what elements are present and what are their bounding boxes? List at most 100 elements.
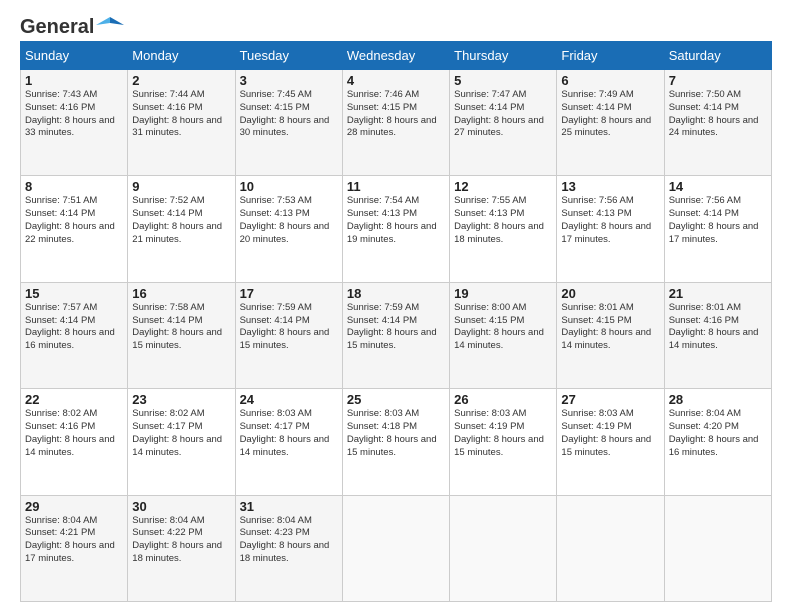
day-info: Sunrise: 8:00 AMSunset: 4:15 PMDaylight:…: [454, 302, 544, 351]
calendar-cell: 16Sunrise: 7:58 AMSunset: 4:14 PMDayligh…: [128, 282, 235, 388]
calendar-cell: 20Sunrise: 8:01 AMSunset: 4:15 PMDayligh…: [557, 282, 664, 388]
day-info: Sunrise: 7:44 AMSunset: 4:16 PMDaylight:…: [132, 89, 222, 138]
day-number: 25: [347, 392, 445, 407]
day-number: 14: [669, 179, 767, 194]
calendar-cell: 24Sunrise: 8:03 AMSunset: 4:17 PMDayligh…: [235, 389, 342, 495]
calendar-cell: 31Sunrise: 8:04 AMSunset: 4:23 PMDayligh…: [235, 495, 342, 601]
calendar-cell: 2Sunrise: 7:44 AMSunset: 4:16 PMDaylight…: [128, 70, 235, 176]
calendar-cell: 10Sunrise: 7:53 AMSunset: 4:13 PMDayligh…: [235, 176, 342, 282]
day-number: 24: [240, 392, 338, 407]
day-info: Sunrise: 7:54 AMSunset: 4:13 PMDaylight:…: [347, 195, 437, 244]
calendar-cell: 19Sunrise: 8:00 AMSunset: 4:15 PMDayligh…: [450, 282, 557, 388]
calendar-cell: 22Sunrise: 8:02 AMSunset: 4:16 PMDayligh…: [21, 389, 128, 495]
weekday-header: Saturday: [664, 42, 771, 70]
day-number: 20: [561, 286, 659, 301]
day-number: 27: [561, 392, 659, 407]
day-info: Sunrise: 8:03 AMSunset: 4:19 PMDaylight:…: [561, 408, 651, 457]
day-number: 15: [25, 286, 123, 301]
calendar-week-row: 8Sunrise: 7:51 AMSunset: 4:14 PMDaylight…: [21, 176, 772, 282]
day-info: Sunrise: 7:55 AMSunset: 4:13 PMDaylight:…: [454, 195, 544, 244]
calendar-cell: 25Sunrise: 8:03 AMSunset: 4:18 PMDayligh…: [342, 389, 449, 495]
day-info: Sunrise: 8:01 AMSunset: 4:16 PMDaylight:…: [669, 302, 759, 351]
calendar-week-row: 29Sunrise: 8:04 AMSunset: 4:21 PMDayligh…: [21, 495, 772, 601]
day-info: Sunrise: 7:57 AMSunset: 4:14 PMDaylight:…: [25, 302, 115, 351]
calendar-cell: 23Sunrise: 8:02 AMSunset: 4:17 PMDayligh…: [128, 389, 235, 495]
day-number: 6: [561, 73, 659, 88]
day-number: 2: [132, 73, 230, 88]
day-number: 21: [669, 286, 767, 301]
calendar-cell: 8Sunrise: 7:51 AMSunset: 4:14 PMDaylight…: [21, 176, 128, 282]
calendar-week-row: 15Sunrise: 7:57 AMSunset: 4:14 PMDayligh…: [21, 282, 772, 388]
day-number: 8: [25, 179, 123, 194]
day-number: 11: [347, 179, 445, 194]
calendar-cell: 27Sunrise: 8:03 AMSunset: 4:19 PMDayligh…: [557, 389, 664, 495]
logo: General: [20, 16, 124, 33]
calendar-week-row: 22Sunrise: 8:02 AMSunset: 4:16 PMDayligh…: [21, 389, 772, 495]
day-info: Sunrise: 7:58 AMSunset: 4:14 PMDaylight:…: [132, 302, 222, 351]
day-info: Sunrise: 8:03 AMSunset: 4:17 PMDaylight:…: [240, 408, 330, 457]
calendar-cell: 26Sunrise: 8:03 AMSunset: 4:19 PMDayligh…: [450, 389, 557, 495]
calendar-cell: [450, 495, 557, 601]
day-info: Sunrise: 7:45 AMSunset: 4:15 PMDaylight:…: [240, 89, 330, 138]
calendar-cell: [557, 495, 664, 601]
day-number: 4: [347, 73, 445, 88]
day-info: Sunrise: 8:01 AMSunset: 4:15 PMDaylight:…: [561, 302, 651, 351]
day-info: Sunrise: 7:56 AMSunset: 4:14 PMDaylight:…: [669, 195, 759, 244]
day-number: 26: [454, 392, 552, 407]
calendar-cell: 11Sunrise: 7:54 AMSunset: 4:13 PMDayligh…: [342, 176, 449, 282]
day-number: 9: [132, 179, 230, 194]
calendar-cell: 21Sunrise: 8:01 AMSunset: 4:16 PMDayligh…: [664, 282, 771, 388]
day-number: 29: [25, 499, 123, 514]
calendar-cell: [664, 495, 771, 601]
day-info: Sunrise: 7:51 AMSunset: 4:14 PMDaylight:…: [25, 195, 115, 244]
weekday-header: Friday: [557, 42, 664, 70]
calendar-cell: 6Sunrise: 7:49 AMSunset: 4:14 PMDaylight…: [557, 70, 664, 176]
day-info: Sunrise: 7:56 AMSunset: 4:13 PMDaylight:…: [561, 195, 651, 244]
day-info: Sunrise: 7:47 AMSunset: 4:14 PMDaylight:…: [454, 89, 544, 138]
weekday-header: Wednesday: [342, 42, 449, 70]
day-info: Sunrise: 8:04 AMSunset: 4:23 PMDaylight:…: [240, 515, 330, 564]
calendar-cell: 17Sunrise: 7:59 AMSunset: 4:14 PMDayligh…: [235, 282, 342, 388]
calendar-cell: 9Sunrise: 7:52 AMSunset: 4:14 PMDaylight…: [128, 176, 235, 282]
day-info: Sunrise: 7:52 AMSunset: 4:14 PMDaylight:…: [132, 195, 222, 244]
calendar-cell: 4Sunrise: 7:46 AMSunset: 4:15 PMDaylight…: [342, 70, 449, 176]
day-info: Sunrise: 7:49 AMSunset: 4:14 PMDaylight:…: [561, 89, 651, 138]
calendar-table: SundayMondayTuesdayWednesdayThursdayFrid…: [20, 41, 772, 602]
calendar-cell: [342, 495, 449, 601]
day-info: Sunrise: 7:59 AMSunset: 4:14 PMDaylight:…: [240, 302, 330, 351]
calendar-cell: 29Sunrise: 8:04 AMSunset: 4:21 PMDayligh…: [21, 495, 128, 601]
calendar-cell: 14Sunrise: 7:56 AMSunset: 4:14 PMDayligh…: [664, 176, 771, 282]
day-number: 16: [132, 286, 230, 301]
day-info: Sunrise: 8:02 AMSunset: 4:16 PMDaylight:…: [25, 408, 115, 457]
calendar-cell: 7Sunrise: 7:50 AMSunset: 4:14 PMDaylight…: [664, 70, 771, 176]
calendar-cell: 15Sunrise: 7:57 AMSunset: 4:14 PMDayligh…: [21, 282, 128, 388]
logo-general: General: [20, 16, 94, 39]
day-number: 5: [454, 73, 552, 88]
day-info: Sunrise: 7:59 AMSunset: 4:14 PMDaylight:…: [347, 302, 437, 351]
weekday-header-row: SundayMondayTuesdayWednesdayThursdayFrid…: [21, 42, 772, 70]
day-info: Sunrise: 8:03 AMSunset: 4:19 PMDaylight:…: [454, 408, 544, 457]
day-number: 3: [240, 73, 338, 88]
day-number: 13: [561, 179, 659, 194]
weekday-header: Sunday: [21, 42, 128, 70]
day-info: Sunrise: 8:02 AMSunset: 4:17 PMDaylight:…: [132, 408, 222, 457]
day-info: Sunrise: 8:03 AMSunset: 4:18 PMDaylight:…: [347, 408, 437, 457]
day-info: Sunrise: 7:43 AMSunset: 4:16 PMDaylight:…: [25, 89, 115, 138]
day-number: 31: [240, 499, 338, 514]
weekday-header: Thursday: [450, 42, 557, 70]
day-info: Sunrise: 8:04 AMSunset: 4:21 PMDaylight:…: [25, 515, 115, 564]
calendar-cell: 3Sunrise: 7:45 AMSunset: 4:15 PMDaylight…: [235, 70, 342, 176]
day-info: Sunrise: 8:04 AMSunset: 4:20 PMDaylight:…: [669, 408, 759, 457]
calendar-cell: 28Sunrise: 8:04 AMSunset: 4:20 PMDayligh…: [664, 389, 771, 495]
day-info: Sunrise: 8:04 AMSunset: 4:22 PMDaylight:…: [132, 515, 222, 564]
weekday-header: Tuesday: [235, 42, 342, 70]
day-info: Sunrise: 7:46 AMSunset: 4:15 PMDaylight:…: [347, 89, 437, 138]
day-number: 23: [132, 392, 230, 407]
day-number: 1: [25, 73, 123, 88]
day-info: Sunrise: 7:50 AMSunset: 4:14 PMDaylight:…: [669, 89, 759, 138]
day-number: 19: [454, 286, 552, 301]
calendar-cell: 18Sunrise: 7:59 AMSunset: 4:14 PMDayligh…: [342, 282, 449, 388]
logo-bird-icon: [96, 15, 124, 37]
day-number: 22: [25, 392, 123, 407]
calendar-cell: 13Sunrise: 7:56 AMSunset: 4:13 PMDayligh…: [557, 176, 664, 282]
